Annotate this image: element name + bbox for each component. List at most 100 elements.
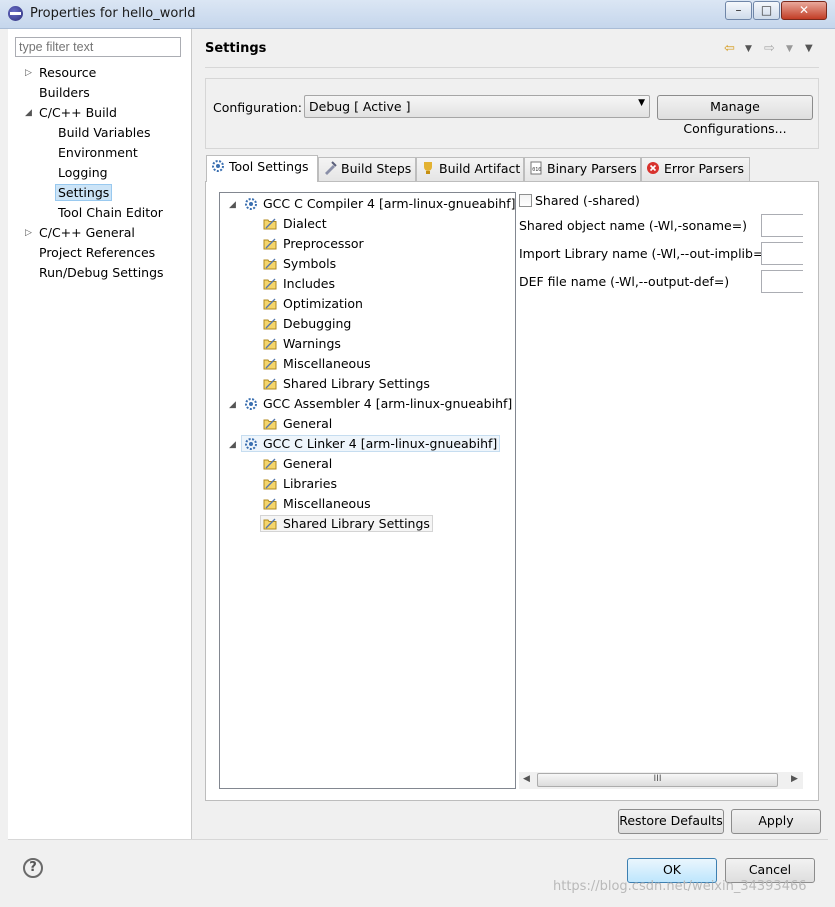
- expand-arrow-icon[interactable]: ▷: [25, 68, 32, 78]
- build-steps-icon: [325, 161, 337, 175]
- collapse-arrow-icon[interactable]: ◢: [229, 200, 236, 210]
- option-folder-icon: [263, 378, 277, 390]
- tree-node-preprocessor[interactable]: Preprocessor: [263, 236, 364, 251]
- soname-label: Shared object name (-Wl,-soname=): [519, 218, 748, 233]
- tree-node-label: GCC Assembler 4 [arm-linux-gnueabihf]: [263, 396, 513, 411]
- tree-node-label: Warnings: [283, 336, 341, 351]
- tree-node-linker-shared-library-settings[interactable]: Shared Library Settings: [260, 515, 433, 532]
- window-title: Properties for hello_world: [30, 6, 196, 21]
- tree-node-gcc-linker[interactable]: GCC C Linker 4 [arm-linux-gnueabihf]: [241, 435, 501, 452]
- tree-node-linker-general[interactable]: General: [263, 456, 332, 471]
- nav-item-cpp-build[interactable]: C/C++ Build: [39, 105, 117, 120]
- nav-item-logging[interactable]: Logging: [58, 165, 108, 180]
- back-dropdown-icon[interactable]: ▼: [745, 44, 752, 54]
- tab-error-parsers[interactable]: Error Parsers: [641, 157, 750, 181]
- tree-node-label: Optimization: [283, 296, 363, 311]
- error-parsers-icon: [647, 162, 659, 174]
- horizontal-scrollbar[interactable]: ◀ III ▶: [519, 772, 803, 789]
- tree-node-label: Shared Library Settings: [283, 376, 430, 391]
- tree-node-assembler-general[interactable]: General: [263, 416, 332, 431]
- nav-item-builders[interactable]: Builders: [39, 85, 90, 100]
- svg-text:010: 010: [532, 167, 541, 173]
- apply-button[interactable]: Apply: [731, 809, 821, 834]
- tab-build-artifact[interactable]: Build Artifact: [416, 157, 524, 181]
- tree-node-miscellaneous[interactable]: Miscellaneous: [263, 356, 371, 371]
- tree-node-label: Miscellaneous: [283, 496, 371, 511]
- configuration-value: Debug [ Active ]: [309, 99, 411, 114]
- gear-icon: [245, 438, 257, 450]
- nav-item-cpp-general[interactable]: C/C++ General: [39, 225, 135, 240]
- tab-binary-parsers[interactable]: 010 Binary Parsers: [524, 157, 641, 181]
- configuration-label: Configuration:: [213, 100, 302, 115]
- watermark: https://blog.csdn.net/weixin_34393466: [553, 879, 807, 894]
- tree-node-label: General: [283, 456, 333, 471]
- tree-node-dialect[interactable]: Dialect: [263, 216, 327, 231]
- option-folder-icon: [263, 218, 277, 230]
- tree-node-label: Dialect: [283, 216, 327, 231]
- tree-node-shared-library-settings[interactable]: Shared Library Settings: [263, 376, 430, 391]
- collapse-arrow-icon[interactable]: ◢: [229, 400, 236, 410]
- tree-node-symbols[interactable]: Symbols: [263, 256, 336, 271]
- manage-configurations-button[interactable]: Manage Configurations...: [657, 95, 813, 136]
- tree-node-gcc-assembler[interactable]: GCC Assembler 4 [arm-linux-gnueabihf]: [244, 396, 512, 411]
- tree-node-label: Miscellaneous: [283, 356, 371, 371]
- help-icon[interactable]: ?: [23, 858, 43, 878]
- nav-item-project-references[interactable]: Project References: [39, 245, 155, 260]
- implib-label: Import Library name (-Wl,--out-implib=): [519, 246, 769, 261]
- tree-node-includes[interactable]: Includes: [263, 276, 335, 291]
- nav-item-environment[interactable]: Environment: [58, 145, 138, 160]
- bottom-divider: [8, 839, 828, 840]
- nav-item-run-debug-settings[interactable]: Run/Debug Settings: [39, 265, 164, 280]
- option-folder-icon: [263, 278, 277, 290]
- option-folder-icon: [263, 318, 277, 330]
- maximize-button[interactable]: □: [753, 1, 780, 20]
- page-title: Settings: [205, 41, 267, 56]
- nav-item-resource[interactable]: Resource: [39, 65, 96, 80]
- tree-node-label: Includes: [283, 276, 336, 291]
- view-menu-icon[interactable]: ▼: [805, 43, 813, 54]
- minimize-button[interactable]: –: [725, 1, 752, 20]
- tree-node-label: GCC C Linker 4 [arm-linux-gnueabihf]: [263, 436, 498, 451]
- tree-node-label: Preprocessor: [283, 236, 364, 251]
- nav-item-settings[interactable]: Settings: [55, 184, 113, 201]
- def-file-field[interactable]: [761, 270, 803, 293]
- configuration-select[interactable]: Debug [ Active ] ▼: [304, 95, 650, 118]
- scroll-right-icon[interactable]: ▶: [791, 774, 798, 784]
- shared-checkbox[interactable]: [519, 194, 532, 207]
- option-folder-icon: [263, 518, 277, 530]
- expand-arrow-icon[interactable]: ▷: [25, 228, 32, 238]
- forward-dropdown-icon[interactable]: ▼: [786, 44, 793, 54]
- tab-tool-settings[interactable]: Tool Settings: [206, 155, 318, 182]
- tree-node-warnings[interactable]: Warnings: [263, 336, 341, 351]
- build-artifact-icon: [424, 162, 432, 174]
- soname-field[interactable]: [761, 214, 803, 237]
- filter-input[interactable]: [15, 37, 181, 57]
- tree-node-optimization[interactable]: Optimization: [263, 296, 363, 311]
- restore-defaults-button[interactable]: Restore Defaults: [618, 809, 724, 834]
- nav-item-tool-chain-editor[interactable]: Tool Chain Editor: [58, 205, 163, 220]
- header-divider: [205, 67, 819, 68]
- tab-label: Build Artifact: [439, 161, 521, 176]
- back-arrow-icon[interactable]: ⇦: [724, 41, 735, 56]
- scroll-left-icon[interactable]: ◀: [523, 774, 530, 784]
- tree-node-libraries[interactable]: Libraries: [263, 476, 337, 491]
- close-button[interactable]: ✕: [781, 1, 827, 20]
- collapse-arrow-icon[interactable]: ◢: [25, 108, 32, 118]
- tab-build-steps[interactable]: Build Steps: [318, 157, 416, 181]
- collapse-arrow-icon[interactable]: ◢: [229, 440, 236, 450]
- tree-node-linker-miscellaneous[interactable]: Miscellaneous: [263, 496, 371, 511]
- tab-label: Tool Settings: [229, 159, 309, 174]
- option-folder-icon: [263, 338, 277, 350]
- tree-node-gcc-compiler[interactable]: GCC C Compiler 4 [arm-linux-gnueabihf]: [244, 196, 516, 211]
- tree-node-label: Debugging: [283, 316, 352, 331]
- tab-label: Error Parsers: [664, 161, 745, 176]
- option-folder-icon: [263, 478, 277, 490]
- forward-arrow-icon[interactable]: ⇨: [764, 41, 775, 56]
- tree-node-debugging[interactable]: Debugging: [263, 316, 351, 331]
- binary-parsers-icon: 010: [530, 161, 542, 175]
- def-file-label: DEF file name (-Wl,--output-def=): [519, 274, 730, 289]
- gear-icon: [245, 398, 257, 410]
- scrollbar-thumb[interactable]: III: [537, 773, 778, 787]
- nav-item-build-variables[interactable]: Build Variables: [58, 125, 150, 140]
- implib-field[interactable]: [761, 242, 803, 265]
